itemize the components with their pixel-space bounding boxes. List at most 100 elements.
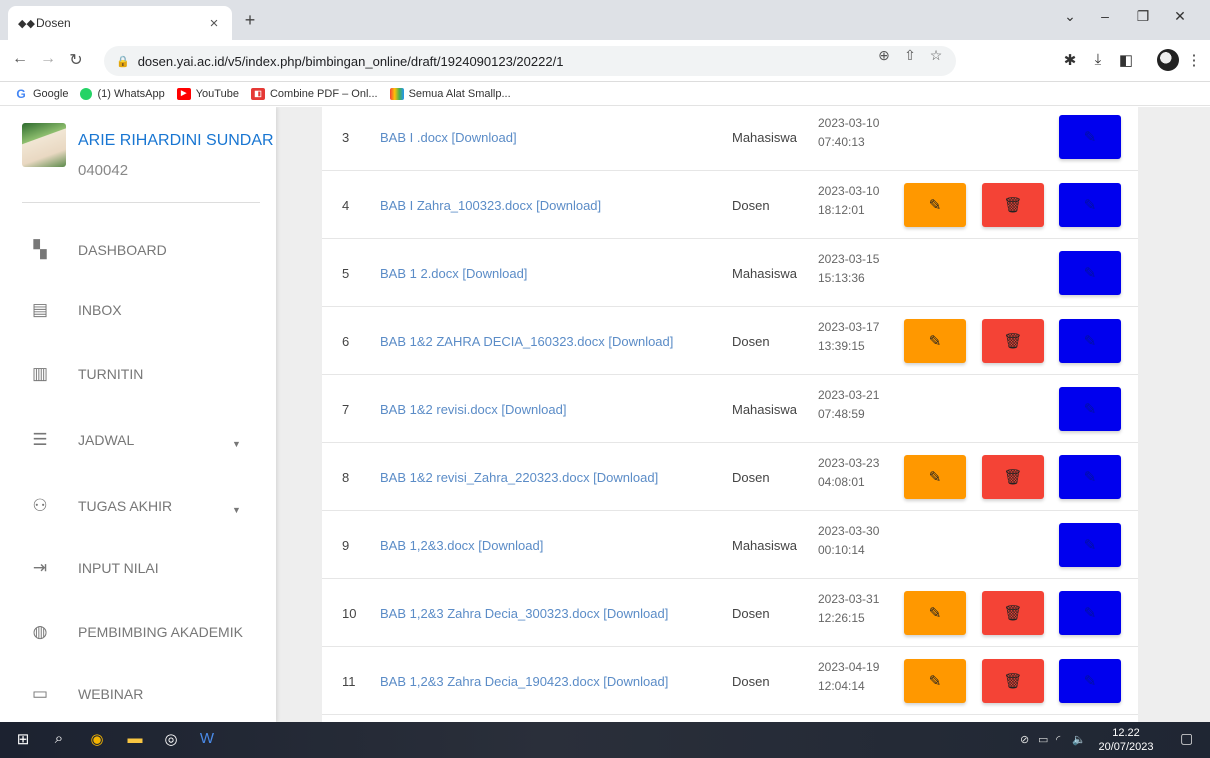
uploader-role: Dosen <box>732 470 770 485</box>
bookmark-whatsapp[interactable]: (1) WhatsApp <box>80 87 165 100</box>
battery-icon[interactable]: ▭ <box>1038 733 1048 746</box>
download-link[interactable]: BAB 1 2.docx [Download] <box>380 266 527 281</box>
sidebar: ARIE RIHARDINI SUNDAR 040042 ▚ DASHBOARD… <box>0 107 276 722</box>
google-icon: G <box>16 86 26 101</box>
minimize-icon[interactable]: – <box>1090 8 1120 24</box>
download-link[interactable]: BAB 1,2&3.docx [Download] <box>380 538 543 553</box>
uploader-role: Mahasiswa <box>732 538 798 553</box>
trash-icon: 🗑 <box>1003 469 1023 486</box>
address-bar[interactable]: 🔒 dosen.yai.ac.id/v5/index.php/bimbingan… <box>104 46 956 76</box>
row-number: 5 <box>342 266 350 281</box>
uploader-role: Dosen <box>732 606 770 621</box>
pencil-icon: ✎ <box>1083 673 1097 690</box>
bookmark-google[interactable]: G Google <box>14 88 68 100</box>
view-button[interactable]: ✎ <box>1059 115 1121 159</box>
reload-icon[interactable]: ↻ <box>66 50 86 70</box>
view-button[interactable]: ✎ <box>1059 455 1121 499</box>
forward-icon[interactable]: → <box>38 50 58 68</box>
volume-icon[interactable]: 🔈 <box>1072 733 1086 746</box>
view-button[interactable]: ✎ <box>1059 659 1121 703</box>
lock-icon: 🔒 <box>116 55 130 68</box>
sidebar-item-turnitin[interactable]: ▥ TURNITIN <box>0 343 276 405</box>
download-link[interactable]: BAB I Zahra_100323.docx [Download] <box>380 198 601 213</box>
sidebar-item-input-nilai[interactable]: ⇥ INPUT NILAI <box>0 537 276 599</box>
tab-favicon-icon: ◆◆ <box>18 17 35 30</box>
profile-name[interactable]: ARIE RIHARDINI SUNDAR <box>78 132 274 150</box>
share-icon[interactable]: ⇧ <box>900 47 920 64</box>
windows-start-icon[interactable]: ⊞ <box>12 730 34 750</box>
windows-taskbar: ⊞ ⌕ ◉ ▬ ◎ W ⊘ ▭ ◜ 🔈 12.22 20/07/2023 ▢ <box>0 722 1210 758</box>
window-close-icon[interactable]: ✕ <box>1165 8 1195 25</box>
delete-button[interactable]: 🗑 <box>982 319 1044 363</box>
sidebar-item-inbox[interactable]: ▤ INBOX <box>0 279 276 341</box>
edit-button[interactable]: ✎ <box>904 659 966 703</box>
download-link[interactable]: BAB 1&2 revisi_Zahra_220323.docx [Downlo… <box>380 470 658 485</box>
file-explorer-icon[interactable]: ▬ <box>124 730 146 750</box>
sidebar-item-dashboard[interactable]: ▚ DASHBOARD <box>0 219 276 281</box>
bookmark-combine-pdf[interactable]: ◧ Combine PDF – Onl... <box>250 87 378 100</box>
network-icon[interactable]: ⊘ <box>1020 733 1029 746</box>
back-icon[interactable]: ← <box>10 50 30 68</box>
sidebar-item-webinar[interactable]: ▭ WEBINAR <box>0 663 276 722</box>
new-tab-icon[interactable]: + <box>240 10 260 31</box>
extensions-icon[interactable]: ✱ <box>1060 51 1080 69</box>
download-icon[interactable]: ⤓ <box>1088 51 1108 68</box>
tab-search-chevron-icon[interactable]: ⌄ <box>1055 8 1085 25</box>
bookmark-youtube[interactable]: ▶ YouTube <box>176 87 239 100</box>
app-spiral-icon[interactable]: ◎ <box>160 730 182 750</box>
delete-button[interactable]: 🗑 <box>982 659 1044 703</box>
download-link[interactable]: BAB 1,2&3 Zahra Decia_190423.docx [Downl… <box>380 674 668 689</box>
view-button[interactable]: ✎ <box>1059 251 1121 295</box>
view-button[interactable]: ✎ <box>1059 183 1121 227</box>
sidebar-item-tugas-akhir[interactable]: ⚇ TUGAS AKHIR ▼ <box>0 475 276 537</box>
wifi-icon[interactable]: ◜ <box>1056 733 1060 746</box>
zoom-icon[interactable]: ⊕ <box>874 47 894 64</box>
bookmark-smallpdf[interactable]: Semua Alat Smallp... <box>389 87 511 100</box>
upload-time: 07:40:13 <box>818 135 865 149</box>
download-link[interactable]: BAB I .docx [Download] <box>380 130 517 145</box>
tab-close-icon[interactable]: × <box>206 15 222 32</box>
edit-button[interactable]: ✎ <box>904 183 966 227</box>
download-link[interactable]: BAB 1&2 ZAHRA DECIA_160323.docx [Downloa… <box>380 334 673 349</box>
row-number: 10 <box>342 606 357 621</box>
notifications-icon[interactable]: ▢ <box>1180 730 1193 747</box>
profile-photo <box>22 123 66 167</box>
chrome-icon[interactable]: ◉ <box>86 730 108 750</box>
page-area: ARIE RIHARDINI SUNDAR 040042 ▚ DASHBOARD… <box>0 107 1210 722</box>
table-row: 7 BAB 1&2 revisi.docx [Download] Mahasiswa… <box>322 375 1138 443</box>
table-row: 6 BAB 1&2 ZAHRA DECIA_160323.docx [Downlo… <box>322 307 1138 375</box>
profile-avatar-icon[interactable] <box>1157 49 1179 71</box>
download-link[interactable]: BAB 1&2 revisi.docx [Download] <box>380 402 566 417</box>
delete-button[interactable]: 🗑 <box>982 455 1044 499</box>
table-row: 5 BAB 1 2.docx [Download] Mahasiswa 2023-03… <box>322 239 1138 307</box>
delete-button[interactable]: 🗑 <box>982 183 1044 227</box>
table-row: 11 BAB 1,2&3 Zahra Decia_190423.docx [Dow… <box>322 647 1138 715</box>
edit-button[interactable]: ✎ <box>904 455 966 499</box>
browser-tab[interactable]: ◆◆ Dosen × <box>8 6 232 40</box>
pencil-icon: ✎ <box>1083 537 1097 554</box>
restore-icon[interactable]: ❐ <box>1128 8 1158 25</box>
view-button[interactable]: ✎ <box>1059 523 1121 567</box>
sidebar-item-jadwal[interactable]: ☰ JADWAL ▼ <box>0 409 276 471</box>
side-panel-icon[interactable]: ◧ <box>1116 51 1136 69</box>
view-button[interactable]: ✎ <box>1059 591 1121 635</box>
trash-icon: 🗑 <box>1003 333 1023 350</box>
search-icon[interactable]: ⌕ <box>48 730 70 750</box>
system-clock[interactable]: 12.22 20/07/2023 <box>1098 726 1154 754</box>
word-icon[interactable]: W <box>196 730 218 750</box>
table-row: 8 BAB 1&2 revisi_Zahra_220323.docx [Downl… <box>322 443 1138 511</box>
view-button[interactable]: ✎ <box>1059 319 1121 363</box>
bookmark-star-icon[interactable]: ☆ <box>926 47 946 64</box>
view-button[interactable]: ✎ <box>1059 387 1121 431</box>
edit-button[interactable]: ✎ <box>904 591 966 635</box>
pencil-icon: ✎ <box>928 333 942 350</box>
upload-time: 00:10:14 <box>818 543 865 557</box>
youtube-icon: ▶ <box>176 87 191 100</box>
menu-kebab-icon[interactable]: ⋮ <box>1184 51 1204 69</box>
edit-button[interactable]: ✎ <box>904 319 966 363</box>
delete-button[interactable]: 🗑 <box>982 591 1044 635</box>
upload-datetime: 2023-03-23 04:08:01 <box>818 454 898 492</box>
sidebar-item-pembimbing-akademik[interactable]: ◍ PEMBIMBING AKADEMIK <box>0 601 276 663</box>
download-link[interactable]: BAB 1,2&3 Zahra Decia_300323.docx [Downl… <box>380 606 668 621</box>
chevron-down-icon: ▼ <box>232 505 241 515</box>
